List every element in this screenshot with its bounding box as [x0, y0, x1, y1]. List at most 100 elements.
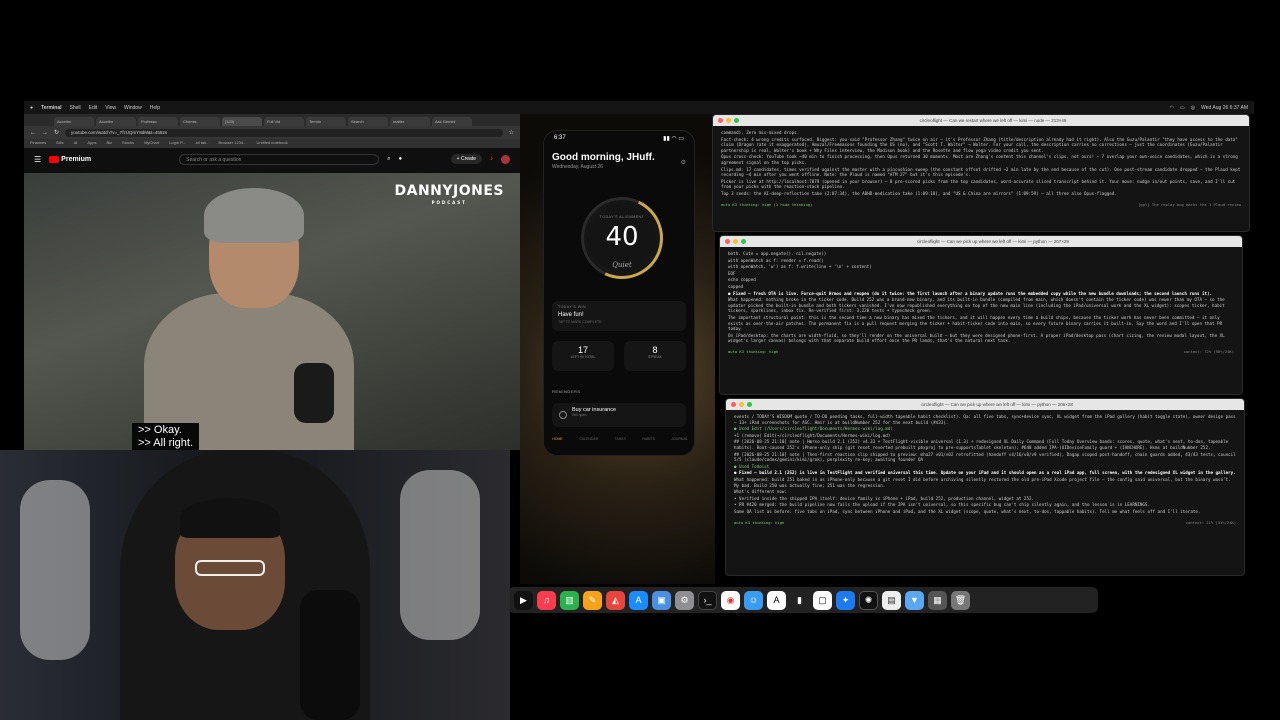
music-app-icon[interactable]: ♫ — [537, 590, 556, 610]
pages-app-icon[interactable]: ✎ — [583, 590, 602, 610]
menu-item-help[interactable]: Help — [150, 105, 160, 111]
phone-status-bar: 6:37 ▮▮ ◠ ▭ — [544, 131, 694, 146]
preview-app-icon[interactable]: ▣ — [652, 590, 671, 610]
avatar[interactable] — [501, 154, 510, 164]
bookmark-item[interactable]: MyChart — [144, 140, 159, 147]
status-right: context: 21% (31%/24K) — [1185, 519, 1236, 525]
apple-menu-icon[interactable]: ● — [30, 105, 33, 111]
bookmark-item[interactable]: Stocks — [122, 140, 134, 147]
create-button[interactable]: + Create — [450, 154, 482, 164]
tab-journal[interactable]: JOURNAL — [671, 437, 687, 455]
stat-left-card[interactable]: 17 LEFT IN TOTAL — [552, 341, 614, 371]
zoom-icon[interactable] — [741, 239, 746, 244]
terminal-line: with openWatch as f: render = f.read() — [728, 257, 824, 263]
browser-tab[interactable]: Professo — [138, 117, 178, 126]
browser-tab[interactable]: matter — [390, 117, 430, 126]
chrome-app-icon[interactable]: ◉ — [721, 590, 740, 610]
chatgpt-app-icon[interactable]: ✺ — [859, 590, 878, 610]
minimize-icon[interactable] — [726, 118, 731, 123]
close-icon[interactable] — [731, 402, 736, 407]
finder-app-icon[interactable]: ☺ — [744, 590, 763, 610]
bookmark-item[interactable]: Browser 1234... — [218, 140, 246, 147]
browser-tab[interactable]: Ask Gemini — [432, 117, 472, 126]
menu-item-shell[interactable]: Shell — [70, 105, 81, 111]
menu-item-view[interactable]: View — [105, 105, 116, 111]
tab-calendar[interactable]: CALENDAR — [579, 437, 598, 455]
stat-right-card[interactable]: 8 STREAK — [624, 341, 686, 371]
zoom-icon[interactable] — [747, 402, 752, 407]
bookmark-item[interactable]: Login P... — [169, 140, 185, 147]
downloads-folder-icon[interactable]: ▼ — [905, 590, 924, 610]
bookmark-item[interactable]: Bills — [56, 140, 63, 147]
youtube-search-input[interactable]: Search or ask a question — [179, 153, 380, 165]
back-icon[interactable]: ← — [30, 130, 36, 136]
menu-item-edit[interactable]: Edit — [89, 105, 98, 111]
reminder-checkbox[interactable] — [559, 411, 567, 419]
app-store-icon[interactable]: A — [629, 590, 648, 610]
video-captions: >> Okay. >> All right. — [132, 423, 200, 450]
settings-gear-icon[interactable]: ⚙ — [681, 159, 686, 166]
control-center-icon[interactable]: ◎ — [1191, 105, 1195, 111]
bookmark-item[interactable]: Finances — [30, 140, 46, 147]
minimize-icon[interactable] — [733, 239, 738, 244]
terminal-window-2[interactable]: circleoflight — Can we pick up where we … — [719, 235, 1243, 395]
todays-win-card[interactable]: TODAY'S WIN Have fun! TAP TO MARK COMPLE… — [552, 301, 686, 331]
reload-icon[interactable]: ↻ — [54, 129, 59, 136]
zoom-icon[interactable] — [734, 118, 739, 123]
menu-app-name[interactable]: Terminal — [41, 105, 61, 111]
bookmark-item[interactable]: all tab.. — [196, 140, 209, 147]
wifi-icon[interactable]: ◠ — [1170, 105, 1174, 111]
tab-habits[interactable]: HABITS — [642, 437, 655, 455]
microphone-icon[interactable]: ● — [399, 156, 403, 162]
terminal-app-icon[interactable]: ›_ — [698, 590, 717, 610]
search-icon[interactable]: ⌕ — [387, 156, 390, 163]
terminal-line: Clips.md: 17 candidates, times verified … — [721, 166, 1241, 178]
bookmark-item[interactable]: AI — [74, 140, 78, 147]
tab-home[interactable]: HOME — [552, 437, 563, 455]
activity-app-icon[interactable]: ▮ — [790, 590, 809, 610]
bookmark-item[interactable]: Untitled notebook — [257, 140, 288, 147]
reminder-item[interactable]: Buy car insurance Still open — [552, 403, 686, 427]
bookmark-item[interactable]: Apps — [87, 140, 96, 147]
tab-tasks[interactable]: TASKS — [615, 437, 626, 455]
hamburger-menu-icon[interactable]: ☰ — [34, 155, 41, 164]
settings-app-icon[interactable]: ⚙ — [675, 590, 694, 610]
terminal-line: The important structural point: this is … — [728, 314, 1223, 332]
notifications-bell-icon[interactable]: ♪ — [490, 156, 493, 162]
safari-app-icon[interactable]: ✦ — [836, 590, 855, 610]
alignment-value: 40 — [605, 222, 639, 252]
youtube-logo[interactable]: Premium — [49, 155, 91, 163]
terminal-line: ● Used Edit (/Users/circleoflight/Docume… — [734, 426, 893, 432]
terminal-window-3[interactable]: circleoflight — Can we pick up where we … — [725, 398, 1245, 576]
battery-icon[interactable]: ▭ — [1180, 105, 1185, 111]
browser-tab[interactable]: Full Vid — [264, 117, 304, 126]
codex-app-icon[interactable]: ▢ — [813, 590, 832, 610]
menu-clock[interactable]: Wed Aug 26 6:37 AM — [1201, 105, 1248, 111]
macos-dock: ▶ ♫ ▥ ✎ ◭ A ▣ ⚙ ›_ ◉ ☺ A ▮ ▢ ✦ ✺ ▤ ▼ ▦ 🗑 — [508, 587, 1098, 613]
browser-tab[interactable]: Chemis — [180, 117, 220, 126]
browser-tab[interactable]: Accelim — [96, 117, 136, 126]
tv-app-icon[interactable]: ▶ — [514, 590, 533, 610]
browser-tab[interactable]: Accelim — [54, 117, 94, 126]
webcam-person-hair — [180, 498, 280, 538]
document-icon[interactable]: ▤ — [882, 590, 901, 610]
video-player[interactable]: DANNYJONES PODCAST >> Okay. >> All right… — [24, 173, 520, 450]
close-icon[interactable] — [718, 118, 723, 123]
address-bar[interactable]: youtube.com/watch?v=_7fzUQmY8dM&t=4582s — [65, 128, 503, 137]
browser-tab[interactable]: Search — [348, 117, 388, 126]
bookmark-item[interactable]: Biz — [106, 140, 112, 147]
forward-icon[interactable]: → — [42, 130, 48, 136]
font-app-icon[interactable]: A — [767, 590, 786, 610]
browser-tab[interactable]: Termin — [306, 117, 346, 126]
windows-stack-icon[interactable]: ▦ — [928, 590, 947, 610]
terminal-window-1[interactable]: circleoflight — Can we restart where we … — [712, 114, 1250, 232]
menu-item-window[interactable]: Window — [124, 105, 142, 111]
bookmark-star-icon[interactable]: ☆ — [509, 129, 514, 136]
close-icon[interactable] — [725, 239, 730, 244]
minimize-icon[interactable] — [739, 402, 744, 407]
trash-icon[interactable]: 🗑 — [951, 590, 970, 610]
numbers-app-icon[interactable]: ▥ — [560, 590, 579, 610]
keynote-app-icon[interactable]: ◭ — [606, 590, 625, 610]
terminal-line: Top 3 seeds: the AI-deep-reflection take… — [721, 190, 1117, 196]
browser-tab-active[interactable]: (120) — [222, 117, 262, 126]
